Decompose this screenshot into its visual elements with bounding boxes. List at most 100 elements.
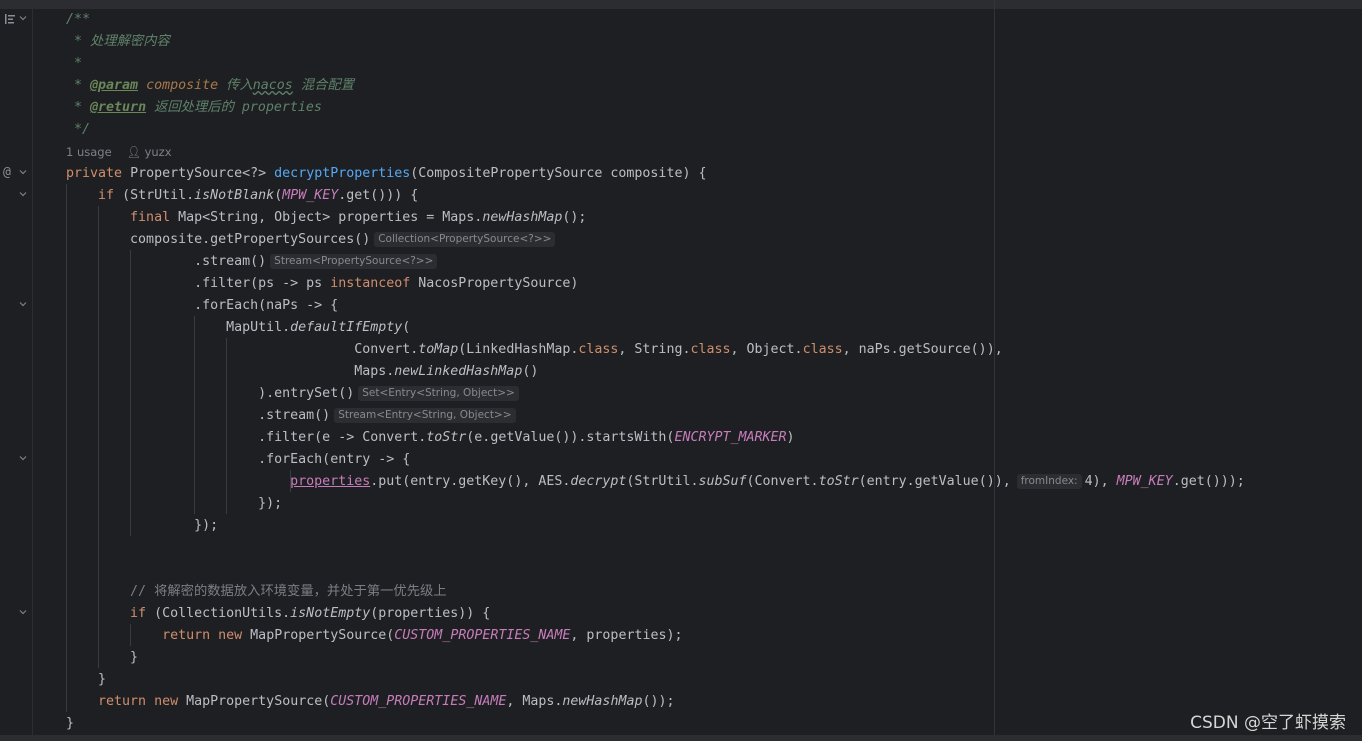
watermark: CSDN @空了虾摸索: [1190, 713, 1346, 733]
static-method: toStr: [818, 474, 859, 489]
constant: ENCRYPT_MARKER: [674, 430, 787, 445]
code-text: ());: [642, 694, 675, 709]
code-text: .filter(ps -> ps: [194, 276, 331, 291]
editor-bottom-bar: [0, 735, 1362, 741]
parameter-hint: fromIndex:: [1016, 474, 1082, 489]
javadoc-return-tag: @return: [90, 100, 147, 115]
code-text: ).entrySet(): [258, 386, 355, 401]
code-line: }: [66, 669, 106, 691]
implements-annotation-icon[interactable]: @: [3, 166, 11, 180]
code-text: composite.getPropertySources(): [130, 232, 371, 247]
type-hint: Set<Entry<String, Object>>: [358, 386, 519, 401]
code-text: (entry.getValue()),: [858, 474, 1011, 489]
fold-chevron-icon[interactable]: [19, 300, 27, 308]
keyword: new: [154, 694, 179, 709]
code-text: .forEach(entry -> {: [258, 452, 411, 467]
code-text: (Convert.: [746, 474, 819, 489]
code-line: Convert.toMap(LinkedHashMap.class, Strin…: [66, 339, 1003, 361]
code-text: NacosPropertySource): [410, 276, 579, 291]
code-text: 4),: [1084, 474, 1117, 489]
keyword: class: [802, 342, 843, 357]
keyword: private: [66, 166, 123, 181]
field-reference: properties: [290, 474, 371, 489]
code-text: MapPropertySource(: [178, 694, 331, 709]
code-text: ): [786, 430, 795, 445]
method-params: (CompositePropertySource composite) {: [410, 166, 707, 181]
code-line: return new MapPropertySource(CUSTOM_PROP…: [66, 691, 675, 713]
static-method: subSuf: [698, 474, 747, 489]
javadoc-param-name: composite: [146, 78, 219, 93]
keyword: if: [98, 188, 115, 203]
fold-chevron-icon[interactable]: [19, 454, 27, 462]
code-text: , naPs.getSource()),: [842, 342, 1003, 357]
code-line: });: [66, 515, 218, 537]
type-hint: Stream<PropertySource<?>>: [270, 254, 438, 269]
fold-chevron-icon[interactable]: [19, 14, 27, 22]
code-line: .filter(e -> Convert.toStr(e.getValue())…: [66, 427, 795, 449]
code-line: .filter(ps -> ps instanceof NacosPropert…: [66, 273, 578, 295]
code-text: .stream(): [258, 408, 331, 423]
code-line: }: [66, 647, 138, 669]
code-text: (StrUtil.: [122, 188, 195, 203]
code-line: ).entrySet() Set<Entry<String, Object>>: [66, 383, 519, 405]
code-text: (): [522, 364, 539, 379]
code-text: .filter(e -> Convert.: [258, 430, 427, 445]
static-method: newLinkedHashMap: [394, 364, 523, 379]
javadoc-param-desc: 传入: [226, 78, 253, 93]
code-text: }: [130, 650, 139, 665]
type-hint: Collection<PropertySource<?>>: [374, 232, 556, 247]
code-text: .get())) {: [338, 188, 419, 203]
fold-chevron-icon[interactable]: [19, 168, 27, 176]
code-text: , String.: [618, 342, 691, 357]
code-text: , Maps.: [506, 694, 563, 709]
code-line: });: [66, 493, 282, 515]
code-text: .put(entry.getKey(), AES.: [370, 474, 571, 489]
javadoc-param-tag: @param: [90, 78, 139, 93]
javadoc-empty: *: [74, 56, 83, 71]
code-line: * @return 返回处理后的 properties: [66, 100, 322, 115]
author-name[interactable]: yuzx: [145, 145, 172, 159]
code-text: (e.getValue()).startsWith(: [466, 430, 675, 445]
code-line: if (CollectionUtils.isNotEmpty(propertie…: [66, 603, 490, 625]
code-line: .stream() Stream<PropertySource<?>>: [66, 251, 438, 273]
fold-chevron-icon[interactable]: [19, 190, 27, 198]
keyword: instanceof: [330, 276, 411, 291]
code-line: /**: [66, 9, 90, 31]
code-text: (LinkedHashMap.: [458, 342, 579, 357]
line-comment: // 将解密的数据放入环境变量，并处于第一优先级上: [130, 584, 447, 599]
type-hint: Stream<Entry<String, Object>>: [334, 408, 516, 423]
javadoc-close: */: [74, 122, 91, 137]
code-text: (: [402, 320, 411, 335]
javadoc-return-desc: 返回处理后的 properties: [154, 100, 322, 115]
static-method: newHashMap: [482, 210, 563, 225]
static-method: decrypt: [570, 474, 627, 489]
static-method: isNotEmpty: [290, 606, 371, 621]
code-text: , properties);: [570, 628, 683, 643]
code-text: Maps.: [354, 364, 395, 379]
gutter-border: [32, 9, 33, 735]
code-text: .stream(): [194, 254, 267, 269]
code-line: private PropertySource<?> decryptPropert…: [66, 163, 706, 185]
constant: CUSTOM_PROPERTIES_NAME: [330, 694, 507, 709]
keyword: return: [98, 694, 147, 709]
method-name: decryptProperties: [274, 166, 411, 181]
keyword: new: [218, 628, 243, 643]
code-text: }: [98, 672, 107, 687]
return-type: PropertySource<?>: [130, 166, 267, 181]
keyword: class: [690, 342, 731, 357]
code-line: *: [66, 53, 82, 75]
code-text: (StrUtil.: [626, 474, 699, 489]
constant: CUSTOM_PROPERTIES_NAME: [394, 628, 571, 643]
code-text: });: [258, 496, 283, 511]
code-text: (: [274, 188, 283, 203]
code-line: if (StrUtil.isNotBlank(MPW_KEY.get())) {: [66, 185, 418, 207]
usages-link[interactable]: 1 usage: [66, 145, 112, 159]
editor-top-bar: [0, 0, 1362, 9]
fold-chevron-icon[interactable]: [19, 608, 27, 616]
static-method: defaultIfEmpty: [290, 320, 403, 335]
structure-icon[interactable]: [4, 13, 16, 28]
code-text: (properties)) {: [370, 606, 491, 621]
code-text: .get()));: [1172, 474, 1245, 489]
static-method: toMap: [418, 342, 459, 357]
code-vision-info: 1 usage 👤︎ yuzx: [66, 141, 172, 163]
